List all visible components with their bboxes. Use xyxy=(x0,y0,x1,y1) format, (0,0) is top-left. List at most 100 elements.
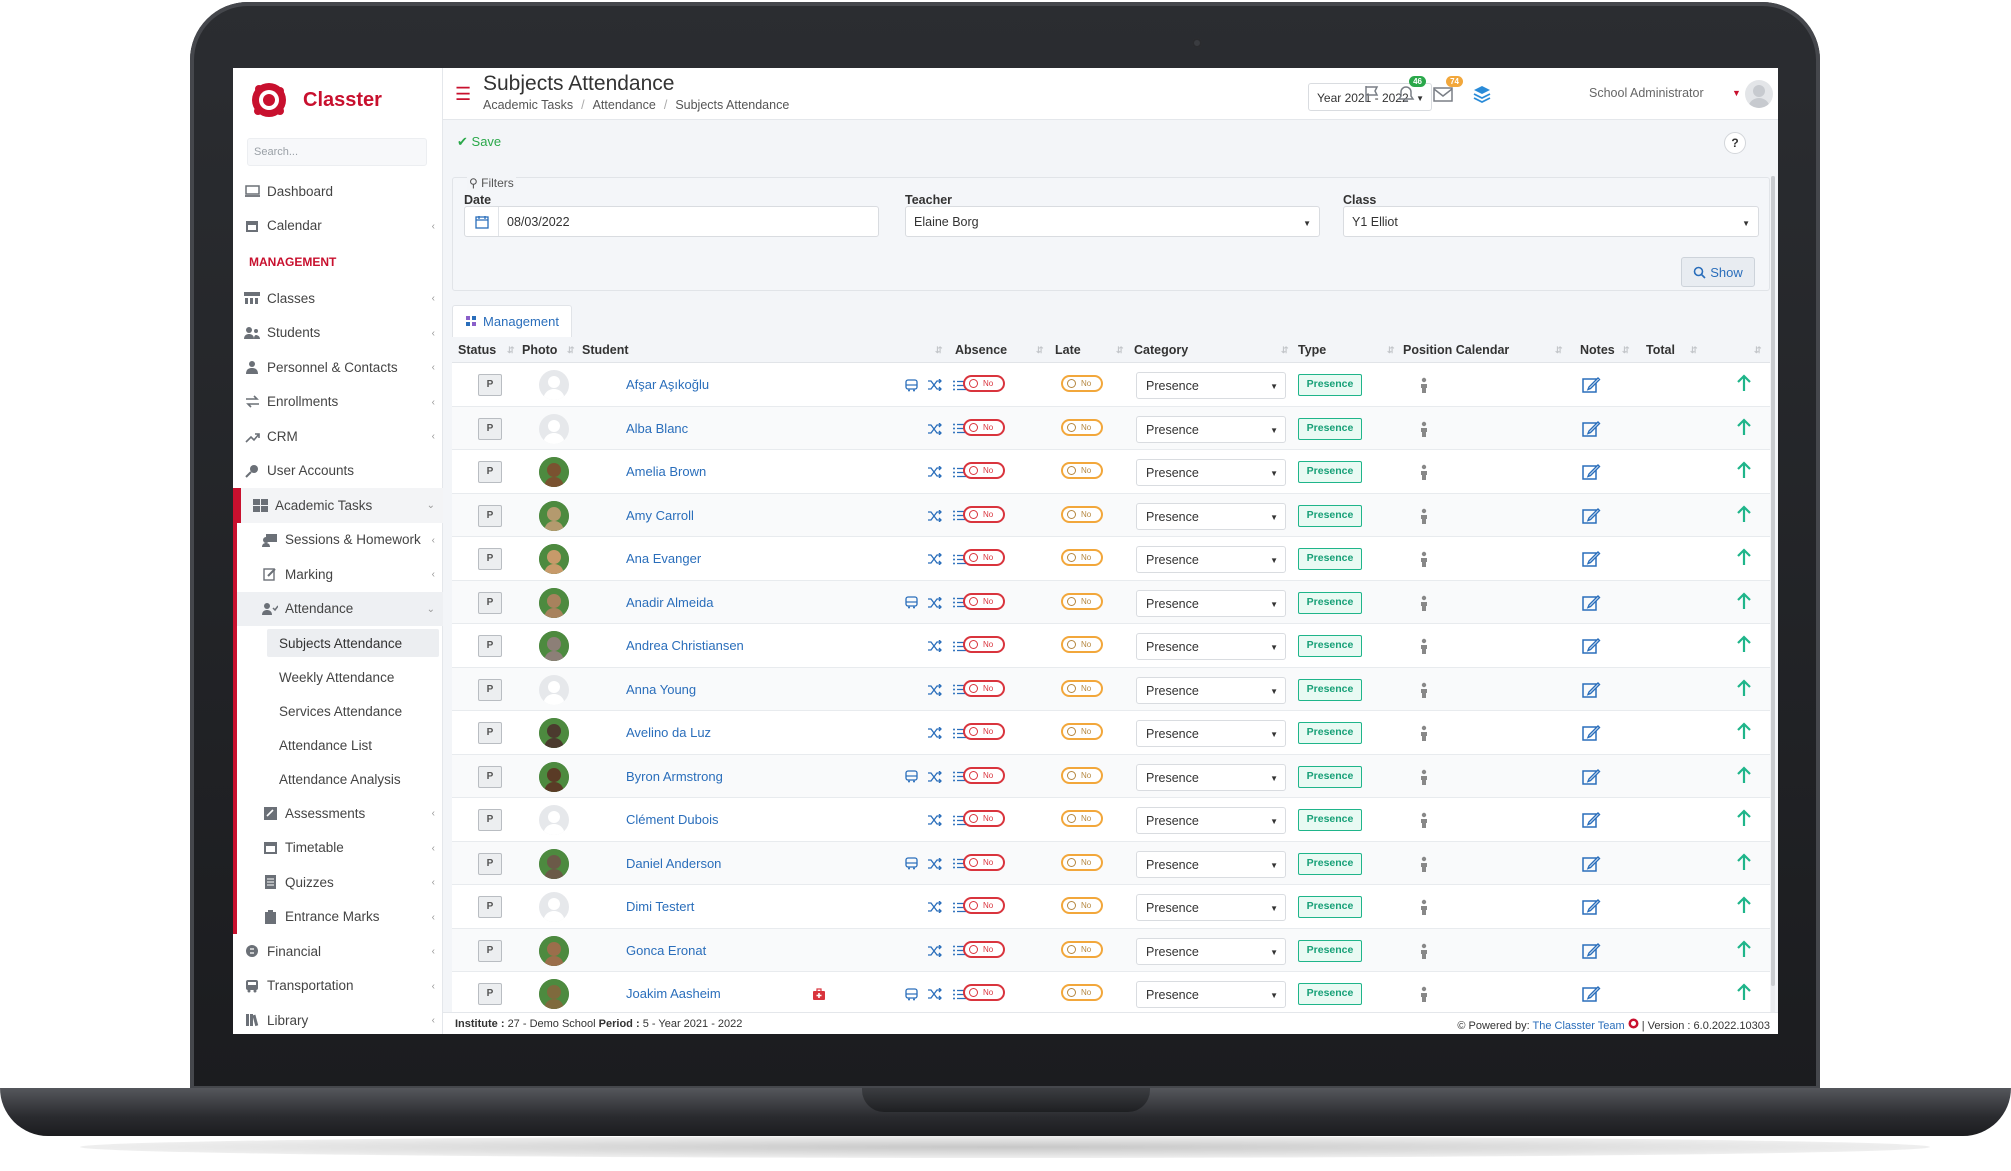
show-button[interactable]: Show xyxy=(1681,257,1755,287)
sort-icon[interactable]: ⇵ xyxy=(507,345,515,356)
sidebar-item-entrance-marks[interactable]: Entrance Marks ‹ xyxy=(237,900,443,935)
shuffle-icon[interactable] xyxy=(926,985,944,1003)
sidebar-item-transportation[interactable]: Transportation ‹ xyxy=(233,969,443,1004)
sort-icon[interactable]: ⇵ xyxy=(1754,345,1762,356)
user-avatar[interactable] xyxy=(1745,80,1773,108)
absence-toggle[interactable]: No xyxy=(963,984,1005,1001)
absence-toggle[interactable]: No xyxy=(963,940,1005,958)
student-name-link[interactable]: Gonca Eronat xyxy=(626,943,706,958)
status-present-button[interactable]: P xyxy=(478,635,502,657)
calendar-icon[interactable] xyxy=(465,207,499,236)
category-select[interactable]: Presence ▼ xyxy=(1136,589,1286,617)
late-toggle[interactable]: No xyxy=(1061,375,1103,392)
absence-toggle[interactable]: No xyxy=(963,766,1005,784)
sidebar-item-user-accounts[interactable]: User Accounts xyxy=(233,454,443,489)
col-notes[interactable]: Notes xyxy=(1580,343,1615,357)
col-absence[interactable]: Absence xyxy=(955,343,1007,357)
arrow-up-icon[interactable] xyxy=(1735,373,1753,393)
category-select[interactable]: Presence ▼ xyxy=(1136,807,1286,834)
sidebar-item-sessions-homework[interactable]: Sessions & Homework ‹ xyxy=(237,523,443,558)
status-present-button[interactable]: P xyxy=(478,374,502,396)
shuffle-icon[interactable] xyxy=(926,942,944,960)
scrollbar[interactable] xyxy=(1771,176,1775,1012)
edit-note-icon[interactable] xyxy=(1581,984,1601,1004)
position-calendar-icon[interactable] xyxy=(1418,637,1430,655)
edit-note-icon[interactable] xyxy=(1581,723,1601,743)
edit-note-icon[interactable] xyxy=(1581,941,1601,961)
arrow-up-icon[interactable] xyxy=(1735,547,1753,567)
late-toggle[interactable]: No xyxy=(1061,549,1103,566)
arrow-up-icon[interactable] xyxy=(1735,852,1753,872)
scrollbar-thumb[interactable] xyxy=(1771,176,1775,986)
shuffle-icon[interactable] xyxy=(926,898,944,916)
arrow-up-icon[interactable] xyxy=(1735,895,1753,915)
late-toggle[interactable]: No xyxy=(1061,897,1103,914)
category-select[interactable]: Presence ▼ xyxy=(1136,459,1286,486)
position-calendar-icon[interactable] xyxy=(1418,463,1430,481)
position-calendar-icon[interactable] xyxy=(1418,855,1430,873)
col-total[interactable]: Total xyxy=(1646,343,1675,357)
edit-note-icon[interactable] xyxy=(1581,462,1601,482)
menu-toggle-icon[interactable]: ☰ xyxy=(455,84,471,105)
category-select[interactable]: Presence ▼ xyxy=(1136,763,1286,791)
status-present-button[interactable]: P xyxy=(478,939,502,962)
sort-icon[interactable]: ⇵ xyxy=(1116,345,1124,356)
sidebar-item-crm[interactable]: CRM ‹ xyxy=(233,419,443,454)
absence-toggle[interactable]: No xyxy=(963,853,1005,871)
status-present-button[interactable]: P xyxy=(478,417,502,440)
arrow-up-icon[interactable] xyxy=(1735,982,1753,1002)
shuffle-icon[interactable] xyxy=(926,376,944,394)
edit-note-icon[interactable] xyxy=(1581,767,1601,787)
edit-note-icon[interactable] xyxy=(1581,419,1601,439)
absence-toggle[interactable]: No xyxy=(963,636,1005,653)
breadcrumb-item[interactable]: Attendance xyxy=(593,98,656,112)
position-calendar-icon[interactable] xyxy=(1418,768,1430,786)
sidebar-item-weekly-attendance[interactable]: Weekly Attendance xyxy=(237,660,443,694)
absence-toggle[interactable]: No xyxy=(963,679,1005,697)
shuffle-icon[interactable] xyxy=(926,507,944,525)
arrow-up-icon[interactable] xyxy=(1735,765,1753,785)
status-present-button[interactable]: P xyxy=(478,591,502,614)
breadcrumb-item[interactable]: Academic Tasks xyxy=(483,98,573,112)
absence-toggle[interactable]: No xyxy=(963,723,1005,740)
category-select[interactable]: Presence ▼ xyxy=(1136,894,1286,921)
category-select[interactable]: Presence ▼ xyxy=(1136,981,1286,1008)
save-button[interactable]: ✔ Save xyxy=(457,134,501,150)
sidebar-item-quizzes[interactable]: Quizzes ‹ xyxy=(237,865,443,900)
absence-toggle[interactable]: No xyxy=(963,505,1005,523)
shuffle-icon[interactable] xyxy=(926,463,944,481)
status-present-button[interactable]: P xyxy=(478,809,502,831)
position-calendar-icon[interactable] xyxy=(1418,550,1430,568)
status-present-button[interactable]: P xyxy=(478,722,502,744)
arrow-up-icon[interactable] xyxy=(1735,634,1753,654)
col-student[interactable]: Student xyxy=(582,343,629,357)
late-toggle[interactable]: No xyxy=(1061,505,1103,523)
edit-note-icon[interactable] xyxy=(1581,810,1601,830)
bus-icon[interactable] xyxy=(902,768,920,786)
position-calendar-icon[interactable] xyxy=(1418,681,1430,699)
edit-note-icon[interactable] xyxy=(1581,636,1601,656)
sidebar-item-personnel-contacts[interactable]: Personnel & Contacts ‹ xyxy=(233,350,443,385)
brand[interactable]: Classter xyxy=(251,76,382,124)
category-select[interactable]: Presence ▼ xyxy=(1136,546,1286,573)
arrow-up-icon[interactable] xyxy=(1735,808,1753,828)
tab-management[interactable]: Management xyxy=(452,305,572,337)
medical-kit-icon[interactable] xyxy=(810,985,828,1003)
status-present-button[interactable]: P xyxy=(478,504,502,527)
classter-team-link[interactable]: The Classter Team xyxy=(1533,1020,1625,1032)
sidebar-item-students[interactable]: Students ‹ xyxy=(233,316,443,351)
position-calendar-icon[interactable] xyxy=(1418,594,1430,612)
absence-toggle[interactable]: No xyxy=(963,592,1005,610)
position-calendar-icon[interactable] xyxy=(1418,507,1430,525)
late-toggle[interactable]: No xyxy=(1061,418,1103,436)
envelope-icon[interactable]: 74 xyxy=(1431,76,1463,106)
student-name-link[interactable]: Ana Evanger xyxy=(626,551,701,566)
late-toggle[interactable]: No xyxy=(1061,853,1103,871)
student-name-link[interactable]: Anadir Almeida xyxy=(626,595,713,610)
late-toggle[interactable]: No xyxy=(1061,723,1103,740)
category-select[interactable]: Presence ▼ xyxy=(1136,633,1286,660)
student-name-link[interactable]: Avelino da Luz xyxy=(626,725,711,740)
absence-toggle[interactable]: No xyxy=(963,810,1005,827)
late-toggle[interactable]: No xyxy=(1061,679,1103,697)
shuffle-icon[interactable] xyxy=(926,768,944,786)
